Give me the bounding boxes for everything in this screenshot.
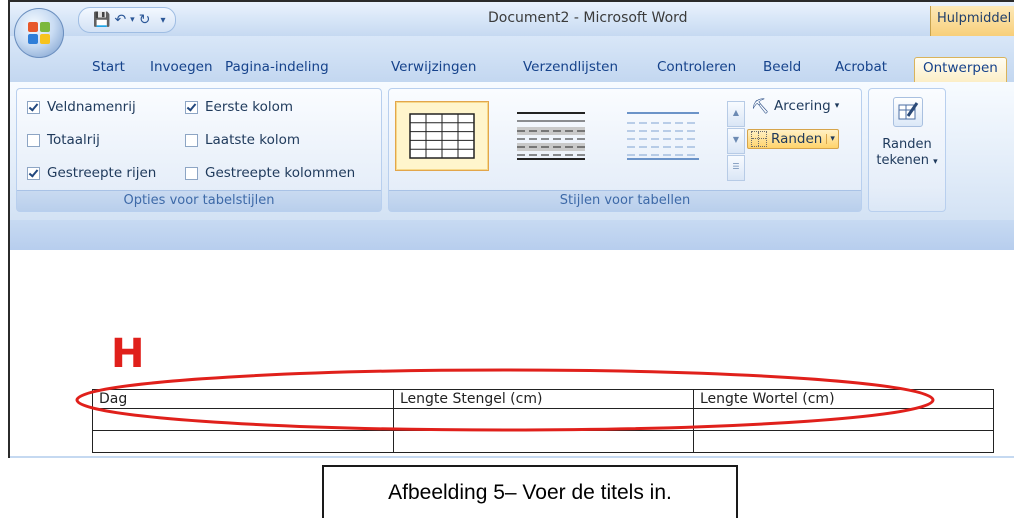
office-button[interactable] xyxy=(14,8,64,58)
checkbox-box[interactable] xyxy=(185,133,198,147)
checkbox-box[interactable] xyxy=(185,166,198,180)
window-title: Document2 - Microsoft Word xyxy=(488,10,688,26)
undo-icon[interactable]: ↶ xyxy=(114,12,126,28)
group-table-styles: ▲ ▼ ☰ ⛏ Arcering ▾ Randen ▾ Stijlen voor… xyxy=(388,88,862,212)
tab-start[interactable]: Start xyxy=(92,59,125,75)
table-cell[interactable] xyxy=(92,430,394,453)
tab-invoegen[interactable]: Invoegen xyxy=(150,59,213,75)
gallery-scroll: ▲ ▼ ☰ xyxy=(727,101,745,181)
table-cell[interactable] xyxy=(393,430,694,453)
office-logo-icon xyxy=(28,22,50,44)
table-row: Dag Lengte Stengel (cm) Lengte Wortel (c… xyxy=(92,389,994,409)
checkbox-laatste-kolom[interactable]: Laatste kolom xyxy=(185,132,300,148)
ribbon-bottom-bar xyxy=(10,220,1014,254)
checkbox-box[interactable] xyxy=(27,166,40,180)
table-header-cell[interactable]: Lengte Stengel (cm) xyxy=(393,389,694,409)
table-style-light-blue[interactable] xyxy=(617,101,711,171)
gallery-up-icon[interactable]: ▲ xyxy=(727,101,745,127)
gallery-more-icon[interactable]: ☰ xyxy=(727,155,745,181)
draw-label-line2: tekenen ▾ xyxy=(869,153,945,170)
table-header-cell[interactable]: Dag xyxy=(92,389,394,409)
document-table[interactable]: Dag Lengte Stengel (cm) Lengte Wortel (c… xyxy=(92,389,994,453)
table-cell[interactable] xyxy=(393,408,694,431)
redo-icon[interactable]: ↻ xyxy=(139,12,151,28)
group-draw-borders[interactable]: Randen tekenen ▾ xyxy=(868,88,946,212)
tab-verzendlijsten[interactable]: Verzendlijsten xyxy=(523,59,618,75)
checkbox-box[interactable] xyxy=(27,133,40,147)
table-row xyxy=(92,408,994,431)
gallery-down-icon[interactable]: ▼ xyxy=(727,128,745,154)
ribbon-tabs: Start Invoegen Pagina-indeling Verwijzin… xyxy=(10,36,1014,84)
checkbox-label: Veldnamenrij xyxy=(47,99,136,115)
tab-acrobat[interactable]: Acrobat xyxy=(835,59,887,75)
checkbox-gestreepte-rijen[interactable]: Gestreepte rijen xyxy=(27,165,156,181)
annotation-letter: H xyxy=(111,331,145,377)
draw-label-line2-text: tekenen xyxy=(876,153,929,168)
checkbox-label: Gestreepte rijen xyxy=(47,165,157,181)
table-styles-gallery: ▲ ▼ ☰ xyxy=(395,95,745,181)
draw-label-line1: Randen xyxy=(882,137,932,152)
pencil-table-icon xyxy=(893,97,923,127)
table-cell[interactable] xyxy=(693,408,994,431)
paint-bucket-icon: ⛏ xyxy=(751,97,771,115)
borders-button[interactable]: Randen ▾ xyxy=(747,129,839,149)
tab-verwijzingen[interactable]: Verwijzingen xyxy=(391,59,476,75)
chevron-down-icon: ▾ xyxy=(933,157,938,167)
chevron-down-icon: ▾ xyxy=(834,101,840,111)
context-tab-title: Hulpmiddel xyxy=(930,6,1014,36)
checkbox-label: Eerste kolom xyxy=(205,99,294,115)
checkbox-label: Totaalrij xyxy=(47,132,100,148)
shading-button[interactable]: ⛏ Arcering ▾ xyxy=(751,97,839,115)
shading-label: Arcering xyxy=(774,98,831,114)
ribbon: Veldnamenrij Totaalrij Gestreepte rijen … xyxy=(10,82,1014,221)
group-label: Opties voor tabelstijlen xyxy=(17,190,381,211)
table-header-cell[interactable]: Lengte Wortel (cm) xyxy=(693,389,994,409)
customize-qat-icon[interactable]: ▾ xyxy=(160,15,165,26)
dropdown-arrow-icon[interactable]: ▾ xyxy=(130,15,135,25)
quick-access-toolbar: 💾 ↶ ▾ ↻ ▾ xyxy=(78,7,177,33)
group-label: Stijlen voor tabellen xyxy=(389,190,861,211)
chevron-down-icon[interactable]: ▾ xyxy=(826,134,835,144)
figure-caption: Afbeelding 5– Voer de titels in. xyxy=(322,465,738,518)
checkbox-totaalrij[interactable]: Totaalrij xyxy=(27,132,100,148)
borders-icon xyxy=(751,131,767,147)
checkbox-label: Laatste kolom xyxy=(205,132,301,148)
checkbox-box[interactable] xyxy=(27,100,40,114)
table-style-shaded[interactable] xyxy=(505,101,599,171)
table-row xyxy=(92,430,994,453)
table-cell[interactable] xyxy=(693,430,994,453)
table-style-grid[interactable] xyxy=(395,101,489,171)
tab-pagina-indeling[interactable]: Pagina-indeling xyxy=(225,59,329,75)
draw-borders-label: Randen tekenen ▾ xyxy=(869,137,945,170)
tab-controleren[interactable]: Controleren xyxy=(657,59,736,75)
tab-beeld[interactable]: Beeld xyxy=(763,59,801,75)
checkbox-label: Gestreepte kolommen xyxy=(205,165,356,181)
table-cell[interactable] xyxy=(92,408,394,431)
checkbox-eerste-kolom[interactable]: Eerste kolom xyxy=(185,99,293,115)
checkbox-veldnamenrij[interactable]: Veldnamenrij xyxy=(27,99,136,115)
save-icon[interactable]: 💾 xyxy=(93,12,110,28)
group-table-style-options: Veldnamenrij Totaalrij Gestreepte rijen … xyxy=(16,88,382,212)
checkbox-box[interactable] xyxy=(185,100,198,114)
borders-label: Randen xyxy=(771,131,823,147)
title-bar: 💾 ↶ ▾ ↻ ▾ Document2 - Microsoft Word Hul… xyxy=(10,2,1014,36)
tab-ontwerpen[interactable]: Ontwerpen xyxy=(914,57,1007,84)
checkbox-gestreepte-kolommen[interactable]: Gestreepte kolommen xyxy=(185,165,355,181)
